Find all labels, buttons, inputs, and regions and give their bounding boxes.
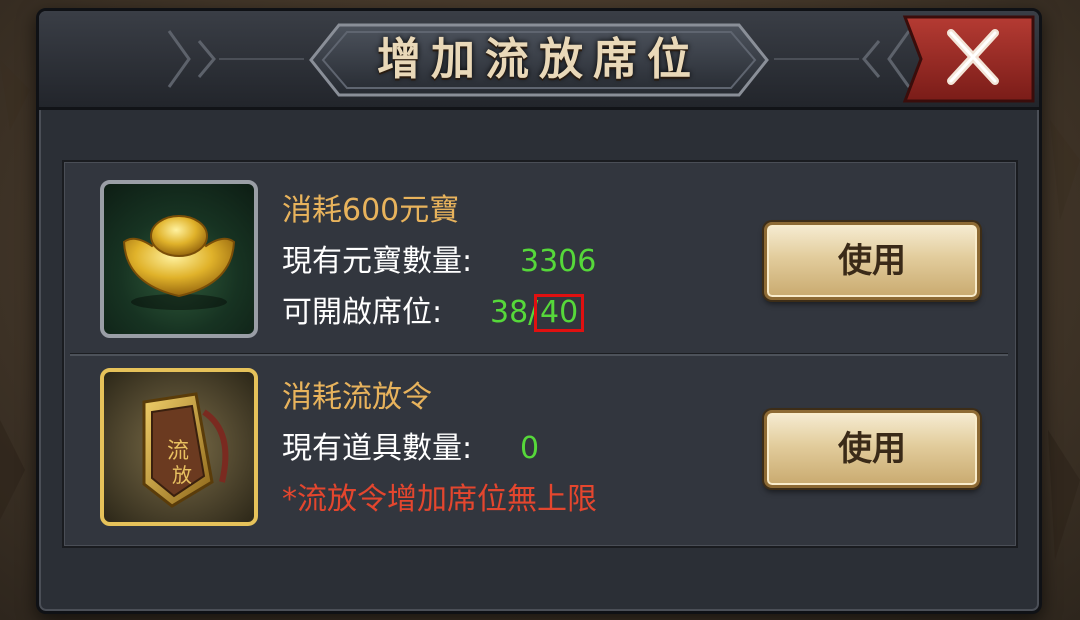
title-plate: 增加流放席位	[309, 23, 769, 97]
seats-label: 可開啟席位:	[282, 295, 443, 330]
dialog-title: 增加流放席位	[377, 34, 701, 85]
ingot-cost-label: 消耗600元寶	[282, 193, 460, 228]
use-ingot-button[interactable]: 使用	[764, 222, 980, 300]
exile-token-icon: 流 放	[142, 392, 229, 508]
gold-ingot-slot	[100, 180, 258, 338]
token-owned-value: 0	[520, 431, 540, 466]
use-ingot-button-label: 使用	[838, 241, 906, 281]
token-owned-label: 現有道具數量:	[282, 431, 473, 466]
svg-text:流: 流	[167, 439, 189, 464]
seats-max-highlight	[534, 294, 584, 332]
token-cost-label: 消耗流放令	[282, 380, 432, 415]
row-divider	[70, 353, 1008, 356]
svg-text:放: 放	[172, 463, 192, 487]
dialog-header: 增加流放席位	[39, 11, 1039, 110]
use-token-button-label: 使用	[838, 429, 906, 469]
exile-token-slot: 流 放	[100, 368, 258, 526]
ingot-owned-label: 現有元寶數量:	[282, 244, 473, 279]
close-button[interactable]	[899, 15, 1035, 103]
use-token-button[interactable]: 使用	[764, 410, 980, 488]
token-unlimited-note: *流放令增加席位無上限	[282, 482, 597, 517]
seats-current: 38/	[490, 295, 539, 330]
ingot-owned-value: 3306	[520, 244, 597, 279]
close-x-icon	[902, 15, 1035, 103]
gold-ingot-icon	[122, 215, 236, 310]
